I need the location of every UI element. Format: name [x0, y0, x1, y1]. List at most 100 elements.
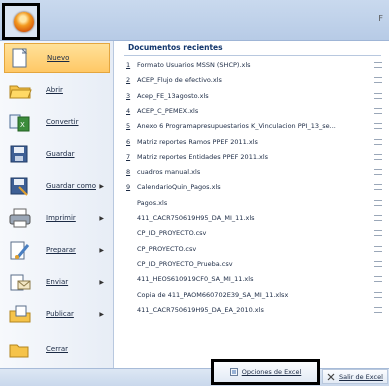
recent-document-name: Anexo 6 Programapresupuestarios K_Vincul…: [137, 122, 336, 131]
recent-document-number: 1: [126, 61, 131, 69]
menu-item-label: Publicar: [46, 310, 74, 318]
recent-document-name: cuadros manual.xls: [137, 168, 201, 177]
recent-document-item[interactable]: 7 Matriz reportes Entidades PPEF 2011.xls: [126, 151, 384, 163]
recent-document-item[interactable]: 4 ACEP_C_PEMEX.xls: [126, 105, 384, 117]
pin-icon[interactable]: [374, 276, 382, 283]
exit-excel-label: Salir de Excel: [339, 372, 383, 381]
recent-document-item[interactable]: 411_CACR750619H95_DA_MI_11.xls: [126, 212, 384, 224]
menu-item-nuevo[interactable]: Nuevo: [4, 43, 110, 73]
pin-icon[interactable]: [374, 153, 382, 160]
menu-item-label: Convertir: [46, 118, 79, 126]
menu-item-label: Imprimir: [46, 214, 76, 222]
pin-icon[interactable]: [374, 169, 382, 176]
menu-item-publicar[interactable]: Publicar ▶: [4, 299, 110, 329]
pin-icon[interactable]: [374, 107, 382, 114]
recent-document-number: 8: [126, 168, 131, 177]
recent-document-number: 9: [126, 183, 131, 192]
excel-options-button[interactable]: Opciones de Excel: [211, 359, 320, 385]
recent-document-number: 4: [126, 106, 131, 115]
menu-item-imprimir[interactable]: Imprimir ▶: [4, 203, 110, 233]
menu-item-cerrar[interactable]: Cerrar: [4, 334, 110, 364]
pin-icon[interactable]: [374, 199, 382, 206]
recent-document-name: Pagos.xls: [137, 198, 168, 207]
office-logo-icon: [14, 12, 34, 32]
pin-icon[interactable]: [374, 184, 382, 191]
exit-excel-button[interactable]: Salir de Excel: [322, 369, 388, 384]
pin-icon[interactable]: [374, 215, 382, 221]
recent-document-item[interactable]: 9 CalendarioQuin_Pagos.xls: [126, 181, 384, 193]
close-folder-icon: [8, 338, 32, 360]
recent-document-item[interactable]: CP_ID_PROYECTO_Prueba.csv: [126, 258, 384, 270]
pin-icon[interactable]: [374, 62, 382, 68]
recent-document-name: CP_PROYECTO.csv: [137, 244, 197, 253]
recent-document-name: Formato Usuarios MSSN (SHCP).xls: [137, 61, 251, 69]
office-button[interactable]: [2, 3, 40, 40]
recent-document-name: CP_ID_PROYECTO_Prueba.csv: [137, 259, 233, 268]
save-as-icon: [8, 175, 32, 197]
pin-icon[interactable]: [374, 92, 382, 99]
recent-document-name: Acep_FE_13agosto.xls: [137, 91, 209, 100]
recent-document-item[interactable]: 6 Matriz reportes Ramos PPEF 2011.xls: [126, 136, 384, 148]
new-document-icon: [9, 47, 33, 69]
pin-icon[interactable]: [374, 245, 382, 252]
menu-item-label: Guardar como: [46, 182, 96, 190]
recent-document-name: Matriz reportes Ramos PPEF 2011.xls: [137, 137, 258, 146]
menu-item-label: Nuevo: [47, 54, 70, 62]
menu-item-label: Cerrar: [46, 345, 68, 353]
menu-item-enviar[interactable]: Enviar ▶: [4, 267, 110, 297]
recent-document-name: 411_CACR750619H95_DA_MI_11.xls: [137, 214, 255, 222]
pin-icon[interactable]: [374, 123, 382, 130]
pin-icon[interactable]: [374, 230, 382, 237]
recent-document-item[interactable]: 8 cuadros manual.xls: [126, 166, 384, 178]
recent-documents-title: Documentos recientes: [128, 43, 223, 52]
title-bar: F: [0, 0, 389, 40]
menu-item-convertir[interactable]: X Convertir: [4, 107, 110, 137]
recent-document-item[interactable]: 2 ACEP_Flujo de efectivo.xls: [126, 74, 384, 86]
recent-document-name: CP_ID_PROYECTO.csv: [137, 229, 207, 238]
send-email-icon: [8, 271, 32, 293]
menu-item-guardar-como[interactable]: Guardar como ▶: [4, 171, 110, 201]
pin-icon[interactable]: [374, 260, 382, 267]
recent-document-item[interactable]: 411_HEOS610919CF0_SA_MI_11.xls: [126, 273, 384, 285]
recent-document-name: Matriz reportes Entidades PPEF 2011.xls: [137, 152, 269, 161]
submenu-arrow-icon: ▶: [99, 182, 104, 190]
recent-document-item[interactable]: 1 Formato Usuarios MSSN (SHCP).xls: [126, 59, 384, 71]
pin-icon[interactable]: [374, 291, 382, 298]
recent-document-number: 3: [126, 91, 131, 100]
menu-item-label: Enviar: [46, 278, 69, 286]
recent-document-item[interactable]: Pagos.xls: [126, 197, 384, 209]
pin-icon[interactable]: [374, 77, 382, 84]
svg-text:X: X: [20, 121, 25, 129]
submenu-arrow-icon: ▶: [99, 278, 104, 286]
recent-document-item[interactable]: Copia de 411_PAOM660702E39_SA_MI_11.xlsx: [126, 289, 384, 301]
recent-document-item[interactable]: 5 Anexo 6 Programapresupuestarios K_Vincu…: [126, 120, 384, 132]
pin-icon[interactable]: [374, 138, 382, 145]
recent-document-number: 2: [126, 76, 131, 85]
save-disk-icon: [8, 143, 32, 165]
recent-document-item[interactable]: CP_PROYECTO.csv: [126, 243, 384, 255]
recent-document-item[interactable]: 411_CACR750619H95_DA_EA_2010.xls: [126, 304, 384, 316]
command-list: Nuevo Abrir X Convertir Guardar Guardar como ▶…: [0, 41, 114, 369]
recent-divider: [124, 55, 381, 56]
recent-document-name: Copia de 411_PAOM660702E39_SA_MI_11.xlsx: [137, 290, 289, 299]
recent-document-item[interactable]: CP_ID_PROYECTO.csv: [126, 227, 384, 239]
menu-item-guardar[interactable]: Guardar: [4, 139, 110, 169]
submenu-arrow-icon: ▶: [99, 214, 104, 222]
convert-icon: X: [8, 111, 32, 133]
options-icon: [229, 368, 238, 376]
publish-icon: [8, 303, 32, 325]
recent-document-name: ACEP_C_PEMEX.xls: [137, 106, 199, 115]
office-menu: Nuevo Abrir X Convertir Guardar Guardar como ▶…: [0, 40, 389, 369]
menu-item-abrir[interactable]: Abrir: [4, 75, 110, 105]
menu-item-label: Guardar: [46, 150, 75, 158]
pin-icon[interactable]: [374, 306, 382, 313]
excel-options-label: Opciones de Excel: [241, 368, 302, 376]
submenu-arrow-icon: ▶: [99, 310, 104, 318]
recent-documents-panel: Documentos recientes 1 Formato Usuarios M…: [114, 41, 389, 369]
recent-document-name: 411_HEOS610919CF0_SA_MI_11.xls: [137, 275, 254, 284]
recent-document-number: 5: [126, 122, 131, 131]
menu-item-preparar[interactable]: Preparar ▶: [4, 235, 110, 265]
recent-document-item[interactable]: 3 Acep_FE_13agosto.xls: [126, 90, 384, 102]
close-icon: [327, 373, 335, 381]
recent-document-number: 6: [126, 137, 131, 146]
